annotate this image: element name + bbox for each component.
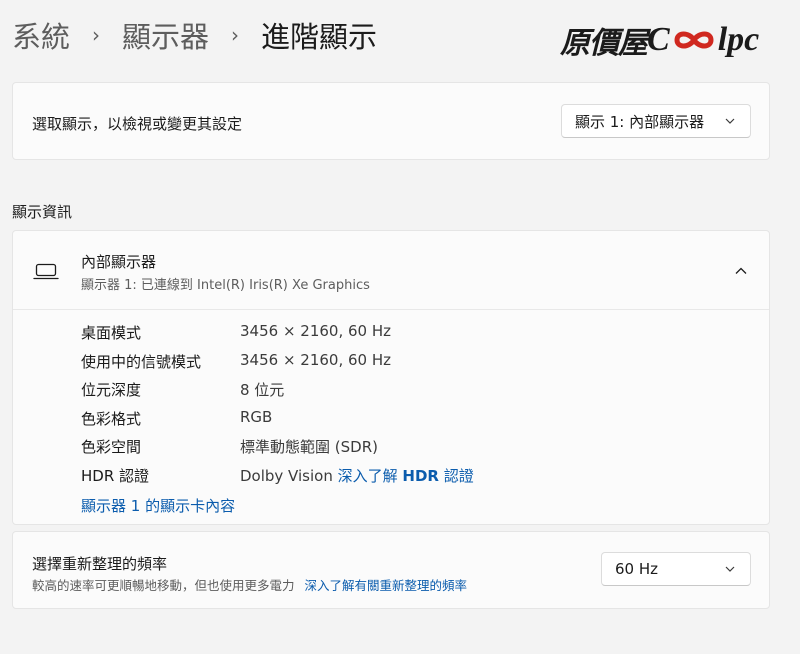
display-info-subtitle: 顯示器 1: 已連線到 Intel(R) Iris(R) Xe Graphics	[81, 278, 370, 293]
info-value: 3456 × 2160, 60 Hz	[240, 351, 391, 369]
chevron-down-icon	[725, 566, 735, 572]
collapse-button[interactable]	[731, 263, 751, 279]
display-select-value: 顯示 1: 內部顯示器	[575, 112, 705, 131]
info-value: 標準動態範圍 (SDR)	[240, 438, 378, 456]
info-value: 3456 × 2160, 60 Hz	[240, 322, 391, 340]
info-key: HDR 認證	[81, 467, 150, 485]
watermark-logo: 原價屋 C lpc	[560, 18, 759, 62]
chevron-down-icon	[725, 118, 735, 124]
breadcrumb-separator: ›	[231, 23, 240, 47]
refresh-rate-description: 較高的速率可更順暢地移動，但也使用更多電力 深入了解有關重新整理的頻率	[32, 578, 468, 593]
display-info-card: 內部顯示器 顯示器 1: 已連線到 Intel(R) Iris(R) Xe Gr…	[12, 230, 770, 525]
info-value: 8 位元	[240, 381, 285, 399]
display-select-card: 選取顯示，以檢視或變更其設定 顯示 1: 內部顯示器	[12, 82, 770, 160]
info-value: Dolby Vision 深入了解 HDR 認證	[240, 465, 474, 486]
section-title-display-info: 顯示資訊	[12, 203, 73, 221]
display-select-label: 選取顯示，以檢視或變更其設定	[32, 115, 243, 133]
breadcrumb-display[interactable]: 顯示器	[122, 14, 209, 56]
infinity-icon	[674, 31, 714, 49]
info-key: 色彩格式	[81, 410, 142, 428]
refresh-rate-dropdown[interactable]: 60 Hz	[601, 552, 751, 586]
learn-refresh-rate-link[interactable]: 深入了解有關重新整理的頻率	[305, 578, 468, 593]
adapter-properties-link[interactable]: 顯示器 1 的顯示卡內容	[81, 495, 235, 516]
refresh-rate-title: 選擇重新整理的頻率	[32, 555, 168, 573]
laptop-icon	[33, 263, 59, 280]
display-info-header[interactable]: 內部顯示器 顯示器 1: 已連線到 Intel(R) Iris(R) Xe Gr…	[13, 231, 769, 310]
breadcrumb: 系統 › 顯示器 › 進階顯示	[12, 14, 377, 56]
display-select-dropdown[interactable]: 顯示 1: 內部顯示器	[561, 104, 751, 138]
info-value: RGB	[240, 408, 273, 426]
page-title: 進階顯示	[261, 20, 378, 54]
breadcrumb-separator: ›	[92, 23, 101, 47]
learn-hdr-cert-link[interactable]: 深入了解 HDR 認證	[338, 467, 474, 485]
info-key: 桌面模式	[81, 324, 142, 342]
display-info-title: 內部顯示器	[81, 253, 157, 271]
info-key: 位元深度	[81, 381, 142, 399]
hdr-cert-value: Dolby Vision	[240, 467, 333, 485]
refresh-rate-card: 選擇重新整理的頻率 較高的速率可更順暢地移動，但也使用更多電力 深入了解有關重新…	[12, 531, 770, 609]
chevron-up-icon	[735, 267, 747, 274]
logo-chinese-text: 原價屋	[560, 26, 648, 61]
refresh-rate-value: 60 Hz	[615, 560, 659, 578]
info-key: 色彩空間	[81, 438, 142, 456]
info-key: 使用中的信號模式	[81, 353, 202, 371]
logo-english-text: C lpc	[647, 21, 760, 58]
breadcrumb-system[interactable]: 系統	[12, 14, 70, 56]
